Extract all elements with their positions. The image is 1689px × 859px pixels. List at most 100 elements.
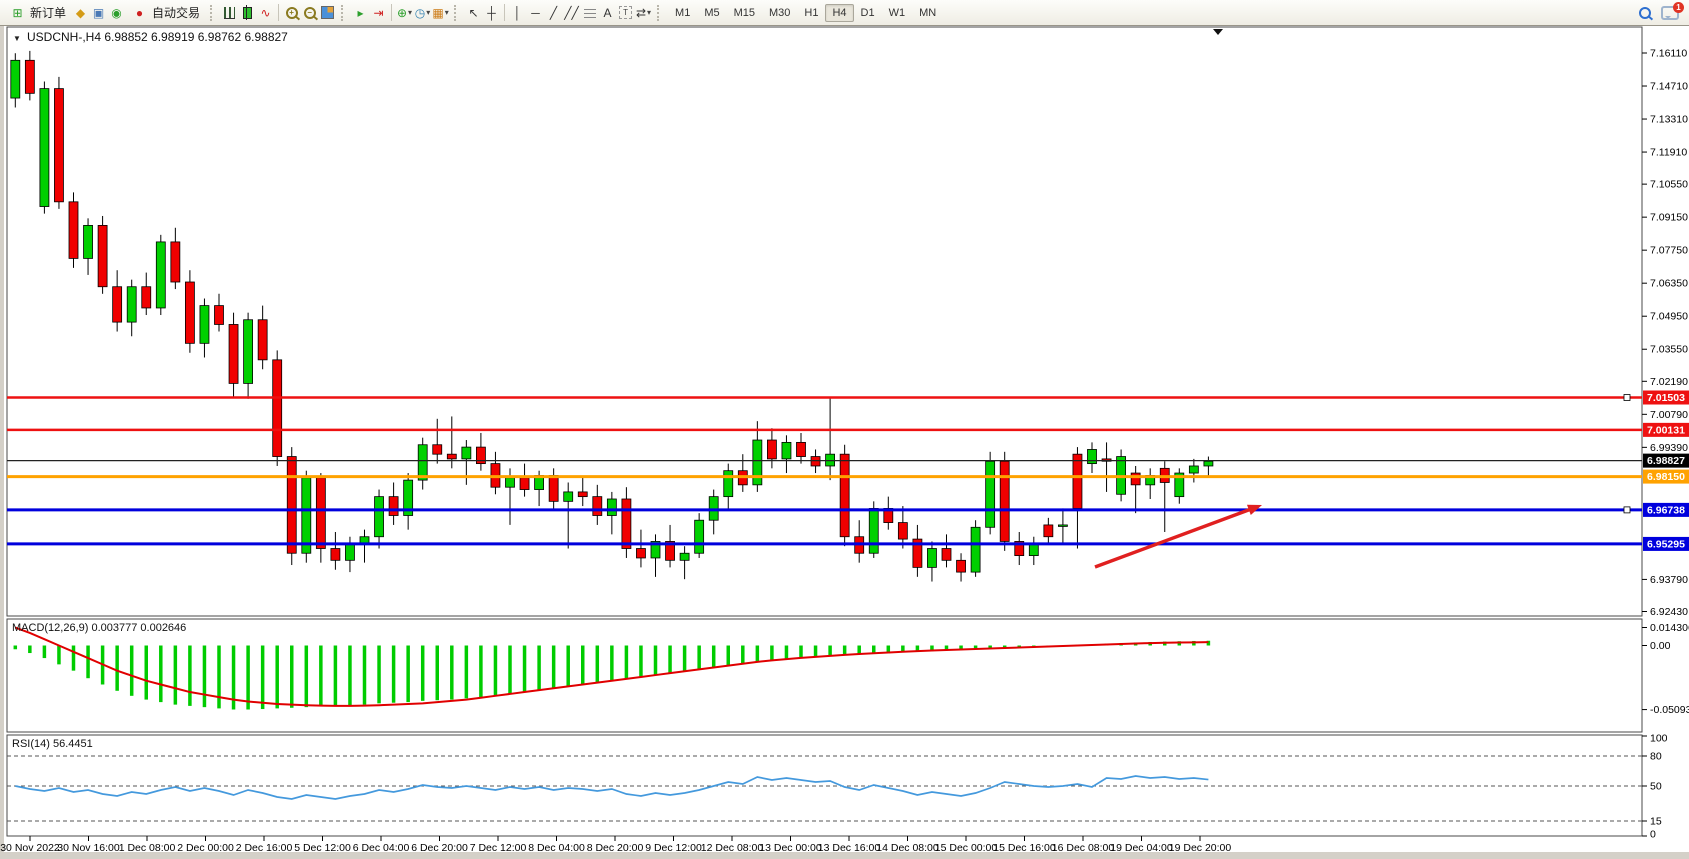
chevron-down-icon: ▾ [408,5,412,21]
arrows-tool-icon[interactable]: ⇄▾ [635,5,652,21]
text-label-icon[interactable]: T [617,5,634,21]
svg-text:6.95295: 6.95295 [1647,538,1685,550]
svg-text:16 Dec 08:00: 16 Dec 08:00 [1052,842,1115,854]
horizontal-line-icon[interactable]: ─ [527,5,544,21]
svg-text:6.98150: 6.98150 [1647,471,1685,483]
svg-text:30 Nov 2022: 30 Nov 2022 [0,842,60,854]
zoom-out-icon[interactable]: − [301,5,318,21]
toolbar-separator [504,4,505,21]
svg-text:6.93790: 6.93790 [1650,574,1688,586]
svg-text:7.04950: 7.04950 [1650,311,1688,323]
terminal-window: ⊞ 新订单 ◆ ▣ ◉ ● 自动交易 ∿ + − ▸ ⇥ ⊕▾ ◷▾ ▦▾ ↖ … [0,0,1689,859]
tab-timeframe-w1[interactable]: W1 [882,4,913,22]
svg-text:15 Dec 16:00: 15 Dec 16:00 [993,842,1056,854]
toolbar: ⊞ 新订单 ◆ ▣ ◉ ● 自动交易 ∿ + − ▸ ⇥ ⊕▾ ◷▾ ▦▾ ↖ … [0,0,1689,26]
timeframe-group: M1M5M15M30H1H4D1W1MN [668,4,943,22]
svg-text:6.99390: 6.99390 [1650,442,1688,454]
crosshair-icon[interactable]: ┼ [483,5,500,21]
svg-text:7.16110: 7.16110 [1650,48,1687,60]
rsi-label: RSI(14) 56.4451 [12,738,93,750]
svg-text:8 Dec 20:00: 8 Dec 20:00 [587,842,644,854]
svg-text:19 Dec 20:00: 19 Dec 20:00 [1169,842,1232,854]
svg-text:7.09150: 7.09150 [1650,212,1688,224]
svg-text:7 Dec 12:00: 7 Dec 12:00 [470,842,527,854]
indicators-button[interactable]: ⊕▾ [396,5,413,21]
chart-canvas[interactable]: 7.161107.147107.133107.119107.105507.091… [0,0,1689,859]
tab-timeframe-h1[interactable]: H1 [797,4,825,22]
notification-badge: 1 [1673,2,1684,13]
tab-timeframe-m5[interactable]: M5 [697,4,726,22]
svg-text:7.03550: 7.03550 [1650,344,1688,356]
equidistant-channel-icon[interactable]: ╱╱ [563,5,580,21]
svg-text:30 Nov 16:00: 30 Nov 16:00 [57,842,120,854]
search-icon[interactable] [1636,5,1653,21]
chevron-down-icon: ▾ [445,5,449,21]
svg-text:2 Dec 00:00: 2 Dec 00:00 [177,842,234,854]
tab-timeframe-mn[interactable]: MN [912,4,943,22]
svg-text:50: 50 [1650,781,1662,793]
svg-text:15 Dec 00:00: 15 Dec 00:00 [935,842,998,854]
chevron-down-icon: ▾ [426,5,430,21]
tab-timeframe-m15[interactable]: M15 [727,4,762,22]
svg-text:6.96738: 6.96738 [1647,504,1685,516]
tab-timeframe-m1[interactable]: M1 [668,4,697,22]
periods-button[interactable]: ◷▾ [414,5,431,21]
svg-text:0: 0 [1650,829,1656,841]
svg-text:0.00: 0.00 [1650,640,1671,652]
svg-text:13 Dec 16:00: 13 Dec 16:00 [818,842,881,854]
tab-timeframe-d1[interactable]: D1 [854,4,882,22]
chevron-down-icon: ▾ [647,5,651,21]
svg-text:0.014306: 0.014306 [1650,622,1689,634]
svg-text:12 Dec 08:00: 12 Dec 08:00 [701,842,764,854]
line-chart-icon[interactable]: ∿ [257,5,274,21]
vertical-line-icon[interactable]: │ [509,5,526,21]
svg-text:7.11910: 7.11910 [1650,147,1687,159]
time-axis[interactable]: 30 Nov 202230 Nov 16:001 Dec 08:002 Dec … [0,836,1231,854]
tab-timeframe-h4[interactable]: H4 [825,4,853,22]
macd-panel[interactable] [7,619,1642,732]
gold-badge-icon[interactable]: ◆ [72,5,89,21]
svg-text:6.92430: 6.92430 [1650,606,1688,618]
new-order-label: 新订单 [30,4,66,21]
svg-text:13 Dec 00:00: 13 Dec 00:00 [759,842,822,854]
svg-text:-0.050937: -0.050937 [1650,704,1689,716]
svg-text:7.00790: 7.00790 [1650,409,1688,421]
tile-windows-icon[interactable] [319,5,336,21]
svg-text:6.98827: 6.98827 [1647,455,1685,467]
fibonacci-icon[interactable] [581,5,598,21]
svg-text:7.00131: 7.00131 [1647,424,1685,436]
toolbar-separator [278,4,279,21]
svg-text:8 Dec 04:00: 8 Dec 04:00 [528,842,585,854]
toolbar-grip [341,5,347,21]
cursor-icon[interactable]: ↖ [465,5,482,21]
svg-text:100: 100 [1650,733,1668,745]
templates-button[interactable]: ▦▾ [432,5,449,21]
auto-scroll-icon[interactable]: ▸ [352,5,369,21]
toolbar-grip [657,5,663,21]
text-icon[interactable]: A [599,5,616,21]
signal-radar-icon[interactable]: ◉ [108,5,125,21]
svg-text:7.10550: 7.10550 [1650,179,1688,191]
price-axis[interactable]: 7.161107.147107.133107.119107.105507.091… [1642,48,1688,618]
autotrading-label: 自动交易 [152,4,200,21]
trendline-icon[interactable]: ╱ [545,5,562,21]
svg-text:19 Dec 04:00: 19 Dec 04:00 [1110,842,1173,854]
symbol-dropdown-icon[interactable]: ▼ [13,34,21,43]
autotrading-icon: ● [131,5,148,21]
svg-text:1 Dec 08:00: 1 Dec 08:00 [119,842,176,854]
candlestick-icon[interactable] [239,5,256,21]
svg-text:15: 15 [1650,816,1662,828]
svg-text:7.01503: 7.01503 [1647,392,1685,404]
chart-shift-icon[interactable]: ⇥ [370,5,387,21]
chat-icon[interactable]: 1 [1661,6,1679,20]
bar-chart-icon[interactable] [221,5,238,21]
tab-timeframe-m30[interactable]: M30 [762,4,797,22]
new-order-button[interactable]: ⊞ 新订单 [4,1,71,24]
svg-text:2 Dec 16:00: 2 Dec 16:00 [236,842,293,854]
autotrading-button[interactable]: ● 自动交易 [126,1,205,24]
new-order-icon: ⊞ [9,5,26,21]
svg-text:6 Dec 20:00: 6 Dec 20:00 [411,842,468,854]
monitor-icon[interactable]: ▣ [90,5,107,21]
zoom-in-icon[interactable]: + [283,5,300,21]
chart-title: USDCNH-,H4 6.98852 6.98919 6.98762 6.988… [27,30,288,44]
